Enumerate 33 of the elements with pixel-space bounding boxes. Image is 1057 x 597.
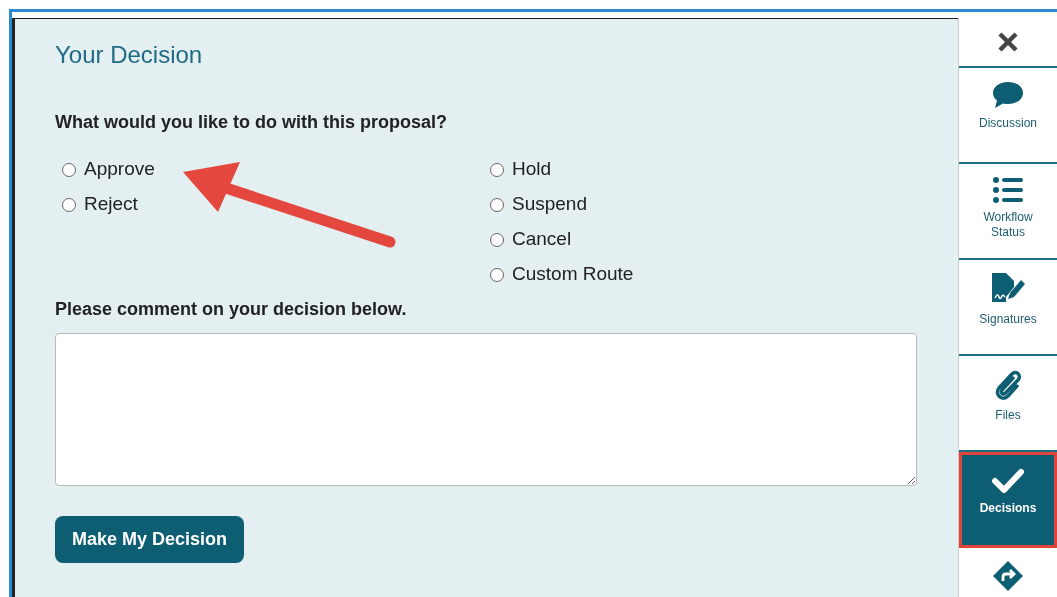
comment-label: Please comment on your decision below.	[55, 298, 408, 321]
paperclip-icon	[994, 368, 1022, 402]
radio-option[interactable]: Cancel	[490, 222, 572, 257]
question-text: What would you like to do with this proposal?	[55, 111, 448, 134]
sidebar-tab[interactable]: Discussion	[959, 68, 1057, 164]
comment-field[interactable]	[55, 333, 917, 486]
radio-button[interactable]	[62, 162, 76, 177]
sidebar-tab[interactable]: Signatures	[959, 260, 1057, 356]
sidebar-tab[interactable]: Decisions	[959, 452, 1057, 548]
list-icon	[992, 176, 1024, 204]
checkmark-icon	[991, 467, 1025, 495]
turn-sign-icon	[992, 560, 1024, 592]
radio-button[interactable]	[490, 267, 504, 282]
radio-option[interactable]: Hold	[490, 152, 552, 187]
radio-label: Approve	[84, 157, 155, 182]
radio-label: Reject	[84, 192, 138, 217]
radio-label: Hold	[512, 157, 552, 182]
radio-button[interactable]	[490, 232, 504, 247]
radio-option[interactable]: Reject	[62, 187, 138, 222]
radio-option[interactable]: Approve	[62, 152, 155, 187]
radio-label: Cancel	[512, 227, 572, 252]
submit-button[interactable]: Make My Decision	[55, 516, 245, 563]
sidebar-tab[interactable]: Workflow Status	[959, 164, 1057, 260]
radio-label: Custom Route	[512, 262, 634, 287]
panel-title: Your Decision	[55, 40, 204, 70]
radio-button[interactable]	[490, 162, 504, 177]
close-icon	[997, 31, 1019, 53]
radio-option[interactable]: Custom Route	[490, 257, 634, 292]
radio-button[interactable]	[490, 197, 504, 212]
radio-label: Suspend	[512, 192, 587, 217]
radio-button[interactable]	[62, 197, 76, 212]
radio-option[interactable]: Suspend	[490, 187, 587, 222]
speech-bubble-icon	[991, 80, 1025, 110]
